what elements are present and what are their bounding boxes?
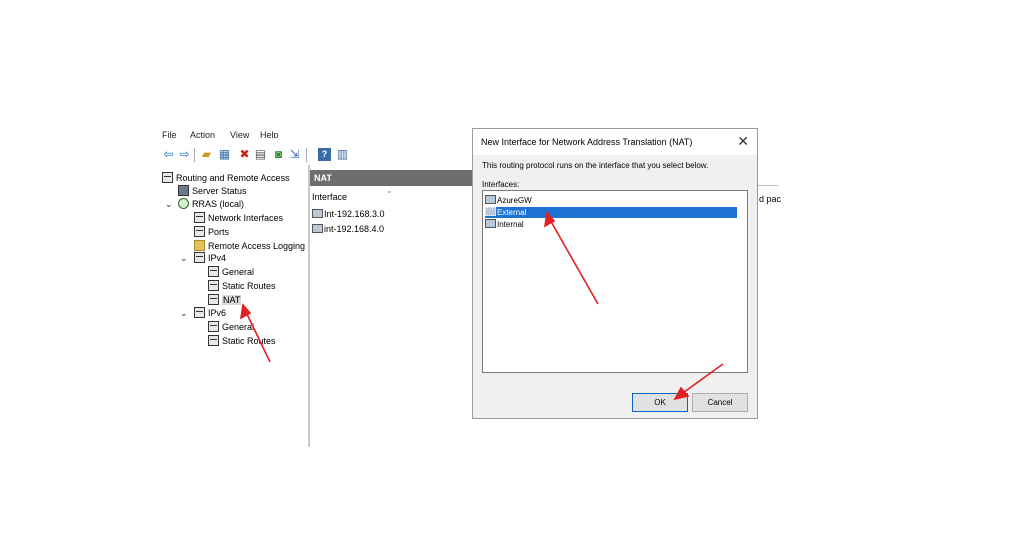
arrow-to-external: [548, 217, 599, 305]
arrow-to-nat: [244, 309, 271, 363]
annotation-arrows: [239, 211, 724, 401]
arrow-head: [673, 386, 690, 401]
arrow-to-ok: [679, 363, 724, 396]
